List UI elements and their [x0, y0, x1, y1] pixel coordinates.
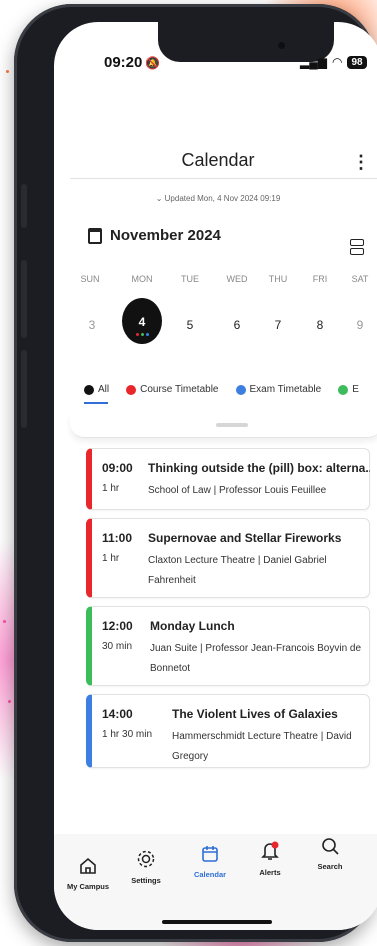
event-time: 09:00	[102, 461, 133, 475]
weekday-label: WED	[226, 274, 248, 284]
selected-day-number: 4	[138, 315, 146, 329]
event-card[interactable]: 14:00 1 hr 30 min The Violent Lives of G…	[86, 694, 370, 768]
filter-course-timetable[interactable]: Course Timetable	[126, 384, 219, 395]
battery-icon: 98	[347, 55, 367, 69]
camera-icon	[278, 42, 285, 49]
sparkle-dot	[8, 700, 11, 703]
filter-all[interactable]: All	[84, 384, 109, 395]
dot-icon	[126, 384, 137, 395]
tab-calendar[interactable]: Calendar	[180, 844, 240, 879]
event-duration: 1 hr 30 min	[102, 729, 153, 740]
event-detail: School of Law | Professor Louis Feuillee	[148, 485, 327, 496]
event-title: The Violent Lives of Galaxies	[172, 707, 338, 721]
home-indicator	[162, 920, 272, 924]
day-cell[interactable]: 3	[72, 318, 112, 332]
event-dot	[145, 333, 149, 336]
sparkle-dot	[6, 70, 9, 73]
filter-label: All	[98, 384, 110, 395]
page-title: Calendar	[181, 150, 255, 170]
bottom-tab-bar: My Campus Settings Calendar Alerts Searc…	[54, 834, 377, 930]
month-label: November 2024	[110, 227, 221, 244]
header-divider	[70, 178, 377, 179]
view-toggle-icon[interactable]	[350, 239, 364, 255]
day-cell[interactable]: 6	[217, 318, 257, 332]
day-cell-selected[interactable]: 4	[122, 298, 162, 344]
mute-switch	[21, 184, 27, 228]
day-cell[interactable]: 8	[300, 318, 340, 332]
weekday-label: MON	[131, 274, 153, 284]
event-title: Monday Lunch	[150, 619, 235, 633]
event-dots	[122, 333, 162, 336]
event-card[interactable]: 11:00 1 hr Supernovae and Stellar Firewo…	[86, 518, 370, 598]
event-time: 12:00	[102, 619, 133, 633]
tab-label: Settings	[131, 876, 161, 885]
event-title: Thinking outside the (pill) box: alterna…	[148, 461, 370, 475]
event-dot	[135, 333, 139, 336]
tab-alerts[interactable]: Alerts	[240, 840, 300, 877]
event-card[interactable]: 12:00 30 min Monday Lunch Juan Suite | P…	[86, 606, 370, 686]
tab-my-campus[interactable]: My Campus	[58, 856, 118, 891]
status-time: 09:20 🔕	[104, 54, 161, 71]
filter-exam-timetable[interactable]: Exam Timetable	[235, 384, 322, 395]
calendar-icon	[202, 846, 218, 862]
event-dot	[140, 333, 144, 336]
month-selector[interactable]: November 2024	[88, 227, 221, 244]
status-indicators: ▂▄▆ ◠ 98	[300, 55, 367, 69]
chevron-down-icon: ⌄	[155, 194, 165, 203]
tab-label: Calendar	[193, 870, 227, 879]
weekday-label: TUE	[181, 274, 199, 284]
tab-settings[interactable]: Settings	[116, 848, 176, 885]
event-detail: Claxton Lecture Theatre | Daniel Gabriel…	[148, 555, 327, 586]
weekday-label: SUN	[80, 274, 100, 284]
filter-tabs: All Course Timetable Exam Timetable E	[84, 384, 377, 395]
search-icon	[322, 838, 339, 855]
event-duration: 1 hr	[102, 553, 120, 564]
filter-label: Exam Timetable	[249, 384, 322, 395]
weekday-label: FRI	[312, 274, 328, 284]
tab-label: Alerts	[259, 868, 281, 877]
event-duration: 30 min	[102, 641, 133, 652]
phone-frame: 09:20 🔕 ▂▄▆ ◠ 98 Calendar ⋮ ⌄ Updated Mon…	[14, 4, 377, 942]
volume-up-button	[21, 260, 27, 338]
dot-icon	[84, 384, 94, 395]
dot-icon	[235, 384, 246, 395]
home-icon	[80, 857, 96, 874]
event-duration: 1 hr	[102, 483, 120, 494]
active-filter-indicator	[84, 402, 108, 404]
day-cell[interactable]: 7	[258, 318, 298, 332]
event-detail: Juan Suite | Professor Jean-Francois Boy…	[150, 643, 362, 674]
filter-label: Course Timetable	[140, 384, 219, 395]
sparkle-dot	[3, 620, 6, 623]
calendar-icon	[88, 227, 102, 244]
event-card[interactable]: 09:00 1 hr Thinking outside the (pill) b…	[86, 448, 370, 510]
signal-icon: ▂▄▆	[300, 55, 327, 69]
gear-icon	[137, 850, 155, 868]
kebab-icon[interactable]: ⋮	[352, 152, 370, 173]
weekday-label: THU	[268, 274, 288, 284]
event-time: 14:00	[102, 707, 133, 721]
volume-down-button	[21, 350, 27, 428]
dot-icon	[338, 384, 349, 395]
drag-handle[interactable]	[216, 423, 248, 427]
filter-e[interactable]: E	[338, 384, 359, 395]
updated-text: Updated Mon, 4 Nov 2024 09:19	[164, 194, 281, 203]
tab-search[interactable]: Search	[300, 836, 360, 871]
event-title: Supernovae and Stellar Fireworks	[148, 531, 342, 545]
tab-label: Search	[317, 862, 343, 871]
app-screen: 09:20 🔕 ▂▄▆ ◠ 98 Calendar ⋮ ⌄ Updated Mon…	[54, 22, 377, 930]
bell-icon	[261, 841, 279, 860]
day-cell[interactable]: 5	[170, 318, 210, 332]
event-time: 11:00	[102, 531, 133, 545]
silent-bell-icon: 🔕	[145, 56, 161, 70]
updated-indicator[interactable]: ⌄ Updated Mon, 4 Nov 2024 09:19	[54, 194, 377, 203]
day-cell[interactable]: 9	[340, 318, 377, 332]
event-detail: Hammerschmidt Lecture Theatre | David Gre…	[172, 731, 352, 762]
tab-label: My Campus	[66, 882, 110, 891]
wifi-icon: ◠	[331, 55, 343, 69]
weekday-label: SAT	[351, 274, 369, 284]
filter-label: E	[352, 384, 359, 395]
